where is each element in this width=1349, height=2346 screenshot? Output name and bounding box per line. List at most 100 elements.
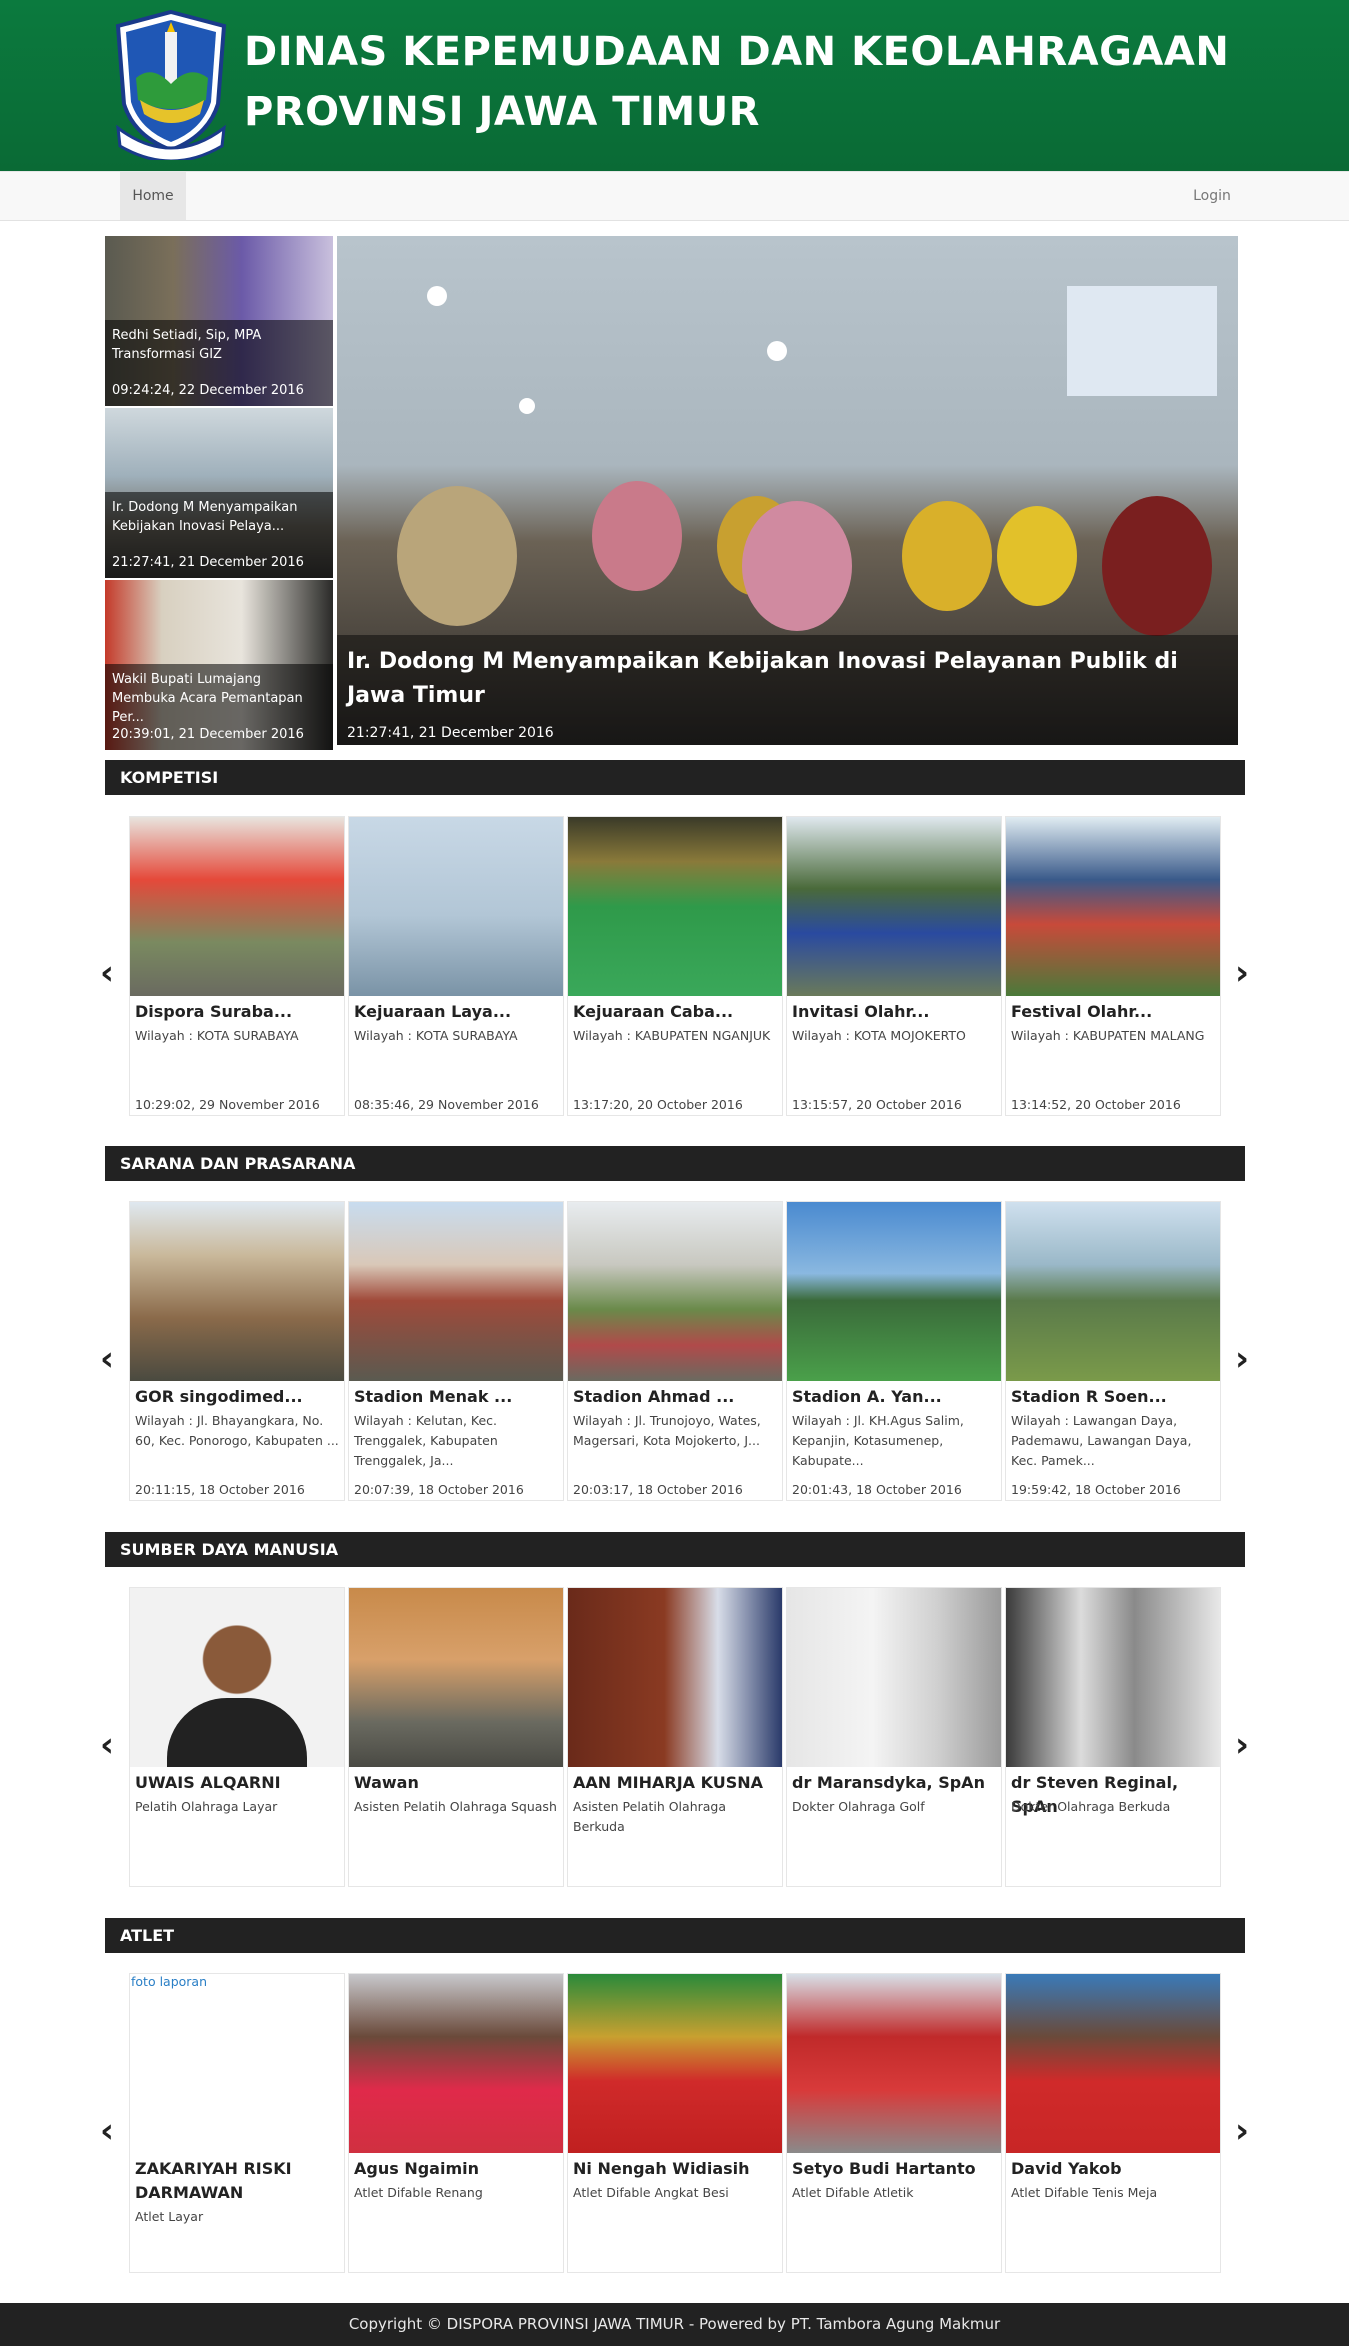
sarana-card-date: 20:01:43, 18 October 2016	[792, 1482, 962, 1497]
kompetisi-card[interactable]: Kejuaraan Laya... Wilayah : KOTA SURABAY…	[348, 816, 564, 1116]
sdm-card-role: Asisten Pelatih Olahraga Berkuda	[573, 1799, 727, 1834]
sarana-card-title[interactable]: Stadion R Soen...	[1011, 1385, 1216, 1409]
site-footer: Copyright © DISPORA PROVINSI JAWA TIMUR …	[0, 2303, 1349, 2346]
kompetisi-card-date: 13:17:20, 20 October 2016	[573, 1097, 743, 1112]
carousel-prev-icon[interactable]: ‹	[95, 956, 119, 990]
sarana-card-date: 19:59:42, 18 October 2016	[1011, 1482, 1181, 1497]
atlet-card-photo	[787, 1974, 1001, 2153]
atlet-card-photo	[568, 1974, 782, 2153]
slider-thumb-1[interactable]: Redhi Setiadi, Sip, MPA Transformasi GIZ…	[105, 236, 333, 406]
kompetisi-card[interactable]: Kejuaraan Caba... Wilayah : KABUPATEN NG…	[567, 816, 783, 1116]
atlet-card-name[interactable]: Setyo Budi Hartanto	[792, 2157, 997, 2181]
sdm-card[interactable]: Wawan Asisten Pelatih Olahraga Squash	[348, 1587, 564, 1887]
atlet-card-photo	[349, 1974, 563, 2153]
sdm-card[interactable]: AAN MIHARJA KUSNA Asisten Pelatih Olahra…	[567, 1587, 783, 1887]
sarana-card[interactable]: Stadion Menak ... Wilayah : Kelutan, Kec…	[348, 1201, 564, 1501]
sarana-card-title[interactable]: Stadion A. Yan...	[792, 1385, 997, 1409]
sdm-card-photo	[130, 1588, 344, 1767]
slider-main-slide[interactable]: Ir. Dodong M Menyampaikan Kebijakan Inov…	[337, 236, 1238, 745]
atlet-card-name[interactable]: Agus Ngaimin	[354, 2157, 559, 2181]
carousel-next-icon[interactable]: ›	[1230, 2114, 1254, 2148]
avatar	[167, 1698, 307, 1767]
kompetisi-card-region: Wilayah : KOTA SURABAYA	[354, 1028, 518, 1043]
kompetisi-card-image	[568, 817, 782, 996]
atlet-card[interactable]: Setyo Budi Hartanto Atlet Difable Atleti…	[786, 1973, 1002, 2273]
jatim-emblem-logo[interactable]	[112, 8, 230, 160]
nav-home-link[interactable]: Home	[120, 172, 186, 220]
slider-main-caption: Ir. Dodong M Menyampaikan Kebijakan Inov…	[337, 635, 1238, 745]
nav-login-link[interactable]: Login	[1180, 172, 1244, 220]
kompetisi-card[interactable]: Festival Olahr... Wilayah : KABUPATEN MA…	[1005, 816, 1221, 1116]
sarana-card-address: Wilayah : Jl. KH.Agus Salim, Kepanjin, K…	[792, 1413, 964, 1468]
carousel-next-icon[interactable]: ›	[1230, 1342, 1254, 1376]
slider-main-title: Ir. Dodong M Menyampaikan Kebijakan Inov…	[347, 649, 1178, 708]
sarana-card-image	[349, 1202, 563, 1381]
sarana-card-title[interactable]: GOR singodimed...	[135, 1385, 340, 1409]
sarana-card[interactable]: Stadion R Soen... Wilayah : Lawangan Day…	[1005, 1201, 1221, 1501]
atlet-card-name[interactable]: David Yakob	[1011, 2157, 1216, 2181]
sarana-card-date: 20:07:39, 18 October 2016	[354, 1482, 524, 1497]
carousel-prev-icon[interactable]: ‹	[95, 2114, 119, 2148]
kompetisi-card-image	[130, 817, 344, 996]
kompetisi-card-title[interactable]: Kejuaraan Caba...	[573, 1000, 778, 1024]
sdm-card-name[interactable]: AAN MIHARJA KUSNA	[573, 1771, 778, 1795]
kompetisi-card-region: Wilayah : KOTA MOJOKERTO	[792, 1028, 966, 1043]
sarana-card[interactable]: GOR singodimed... Wilayah : Jl. Bhayangk…	[129, 1201, 345, 1501]
kompetisi-card-title[interactable]: Dispora Suraba...	[135, 1000, 340, 1024]
carousel-next-icon[interactable]: ›	[1230, 956, 1254, 990]
atlet-card[interactable]: David Yakob Atlet Difable Tenis Meja	[1005, 1973, 1221, 2273]
atlet-card-name[interactable]: Ni Nengah Widiasih	[573, 2157, 778, 2181]
kompetisi-card-image	[787, 817, 1001, 996]
slider-thumb-title: Ir. Dodong M Menyampaikan Kebijakan Inov…	[112, 500, 298, 534]
sdm-card[interactable]: dr Steven Reginal, SpAn Dokter Olahraga …	[1005, 1587, 1221, 1887]
atlet-card[interactable]: foto laporan ZAKARIYAH RISKI DARMAWAN At…	[129, 1973, 345, 2273]
sdm-card-name[interactable]: dr Maransdyka, SpAn	[792, 1771, 997, 1795]
site-header: DINAS KEPEMUDAAN DAN KEOLAHRAGAAN PROVIN…	[0, 0, 1349, 171]
sarana-card[interactable]: Stadion A. Yan... Wilayah : Jl. KH.Agus …	[786, 1201, 1002, 1501]
slider-thumb-3[interactable]: Wakil Bupati Lumajang Membuka Acara Pema…	[105, 580, 333, 750]
slider-thumb-date: 21:27:41, 21 December 2016	[112, 555, 304, 570]
sdm-card[interactable]: UWAIS ALQARNI Pelatih Olahraga Layar	[129, 1587, 345, 1887]
sdm-card-role: Dokter Olahraga Golf	[792, 1799, 925, 1814]
sdm-card-name[interactable]: Wawan	[354, 1771, 559, 1795]
slider-thumb-title: Wakil Bupati Lumajang Membuka Acara Pema…	[112, 672, 303, 725]
kompetisi-card-title[interactable]: Kejuaraan Laya...	[354, 1000, 559, 1024]
atlet-card[interactable]: Agus Ngaimin Atlet Difable Renang	[348, 1973, 564, 2273]
sarana-card[interactable]: Stadion Ahmad ... Wilayah : Jl. Trunojoy…	[567, 1201, 783, 1501]
sarana-card-date: 20:11:15, 18 October 2016	[135, 1482, 305, 1497]
sarana-card-title[interactable]: Stadion Ahmad ...	[573, 1385, 778, 1409]
sarana-card-address: Wilayah : Kelutan, Kec. Trenggalek, Kabu…	[354, 1413, 498, 1468]
kompetisi-card-title[interactable]: Invitasi Olahr...	[792, 1000, 997, 1024]
sdm-card-photo	[1006, 1588, 1220, 1767]
kompetisi-card-title[interactable]: Festival Olahr...	[1011, 1000, 1216, 1024]
slider-thumb-caption: Wakil Bupati Lumajang Membuka Acara Pema…	[105, 664, 333, 750]
atlet-card[interactable]: Ni Nengah Widiasih Atlet Difable Angkat …	[567, 1973, 783, 2273]
sarana-card-image	[1006, 1202, 1220, 1381]
sarana-card-image	[787, 1202, 1001, 1381]
slider-thumb-date: 09:24:24, 22 December 2016	[112, 383, 304, 398]
sdm-card-photo	[787, 1588, 1001, 1767]
carousel-next-icon[interactable]: ›	[1230, 1728, 1254, 1762]
kompetisi-card[interactable]: Dispora Suraba... Wilayah : KOTA SURABAY…	[129, 816, 345, 1116]
section-heading-atlet: ATLET	[105, 1918, 1245, 1953]
kompetisi-card-date: 10:29:02, 29 November 2016	[135, 1097, 320, 1112]
site-title: DINAS KEPEMUDAAN DAN KEOLAHRAGAAN PROVIN…	[244, 22, 1229, 142]
sarana-card-title[interactable]: Stadion Menak ...	[354, 1385, 559, 1409]
kompetisi-card[interactable]: Invitasi Olahr... Wilayah : KOTA MOJOKER…	[786, 816, 1002, 1116]
slider-thumb-caption: Redhi Setiadi, Sip, MPA Transformasi GIZ…	[105, 320, 333, 406]
section-heading-kompetisi: KOMPETISI	[105, 760, 1245, 795]
atlet-card-name[interactable]: ZAKARIYAH RISKI DARMAWAN	[135, 2157, 340, 2205]
broken-image-alt-text: foto laporan	[131, 1974, 208, 1989]
sarana-card-image	[130, 1202, 344, 1381]
sdm-card-role: Dokter Olahraga Berkuda	[1011, 1799, 1171, 1814]
carousel-prev-icon[interactable]: ‹	[95, 1728, 119, 1762]
sdm-card[interactable]: dr Maransdyka, SpAn Dokter Olahraga Golf	[786, 1587, 1002, 1887]
sdm-card-name[interactable]: UWAIS ALQARNI	[135, 1771, 340, 1795]
site-title-line1: DINAS KEPEMUDAAN DAN KEOLAHRAGAAN	[244, 29, 1230, 75]
site-title-line2: PROVINSI JAWA TIMUR	[244, 89, 760, 135]
atlet-card-sport: Atlet Layar	[135, 2209, 204, 2224]
slider-thumb-2[interactable]: Ir. Dodong M Menyampaikan Kebijakan Inov…	[105, 408, 333, 578]
atlet-card-photo	[1006, 1974, 1220, 2153]
sdm-card-photo	[349, 1588, 563, 1767]
carousel-prev-icon[interactable]: ‹	[95, 1342, 119, 1376]
